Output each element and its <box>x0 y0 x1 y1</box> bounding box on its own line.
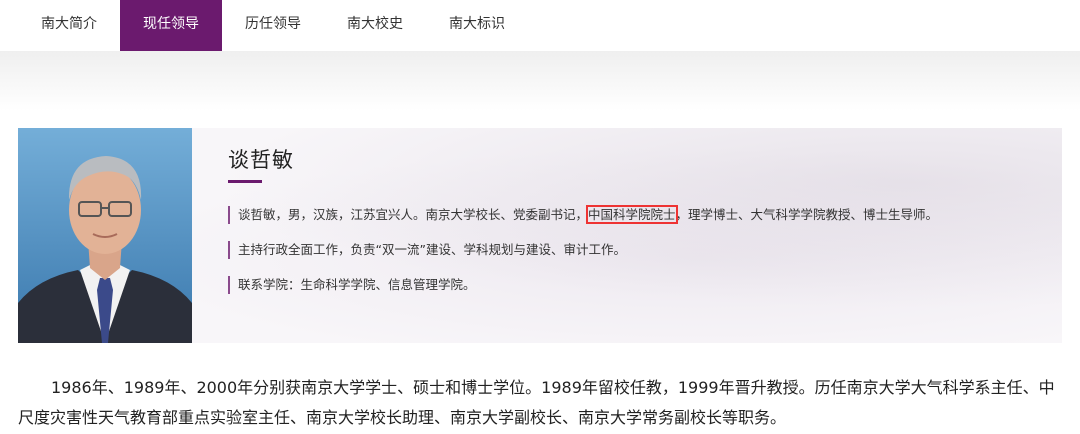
page: 南大简介 现任领导 历任领导 南大校史 南大标识 谈哲敏 谈哲敏，男，汉族，江苏… <box>0 0 1080 434</box>
leader-name: 谈哲敏 <box>228 148 294 172</box>
nav-item-history[interactable]: 南大校史 <box>324 0 426 51</box>
profile-line-1: 谈哲敏，男，汉族，江苏宜兴人。南京大学校长、党委副书记，中国科学院院士，理学博士… <box>228 205 939 224</box>
nav-item-intro[interactable]: 南大简介 <box>18 0 120 51</box>
top-nav: 南大简介 现任领导 历任领导 南大校史 南大标识 <box>0 0 1080 51</box>
nav-item-identity[interactable]: 南大标识 <box>426 0 528 51</box>
bio-paragraph: 1986年、1989年、2000年分别获南京大学学士、硕士和博士学位。1989年… <box>18 378 1055 427</box>
person-portrait-icon <box>18 128 192 343</box>
nav-shadow <box>0 51 1080 111</box>
portrait-photo <box>18 128 192 343</box>
profile-line-2: 主持行政全面工作，负责“双一流”建设、学科规划与建设、审计工作。 <box>228 241 626 259</box>
name-underline <box>228 180 262 183</box>
profile-line-1-text: 谈哲敏，男，汉族，江苏宜兴人。南京大学校长、党委副书记， <box>238 207 589 222</box>
academician-highlight: 中国科学院院士 <box>586 205 678 224</box>
nav-item-former-leaders[interactable]: 历任领导 <box>222 0 324 51</box>
profile-card: 谈哲敏 谈哲敏，男，汉族，江苏宜兴人。南京大学校长、党委副书记，中国科学院院士，… <box>18 128 1062 343</box>
profile-line-1-rest: ，理学博士、大气科学学院教授、博士生导师。 <box>675 207 939 222</box>
profile-line-3: 联系学院：生命科学学院、信息管理学院。 <box>228 276 476 294</box>
nav-item-current-leaders[interactable]: 现任领导 <box>120 0 222 51</box>
